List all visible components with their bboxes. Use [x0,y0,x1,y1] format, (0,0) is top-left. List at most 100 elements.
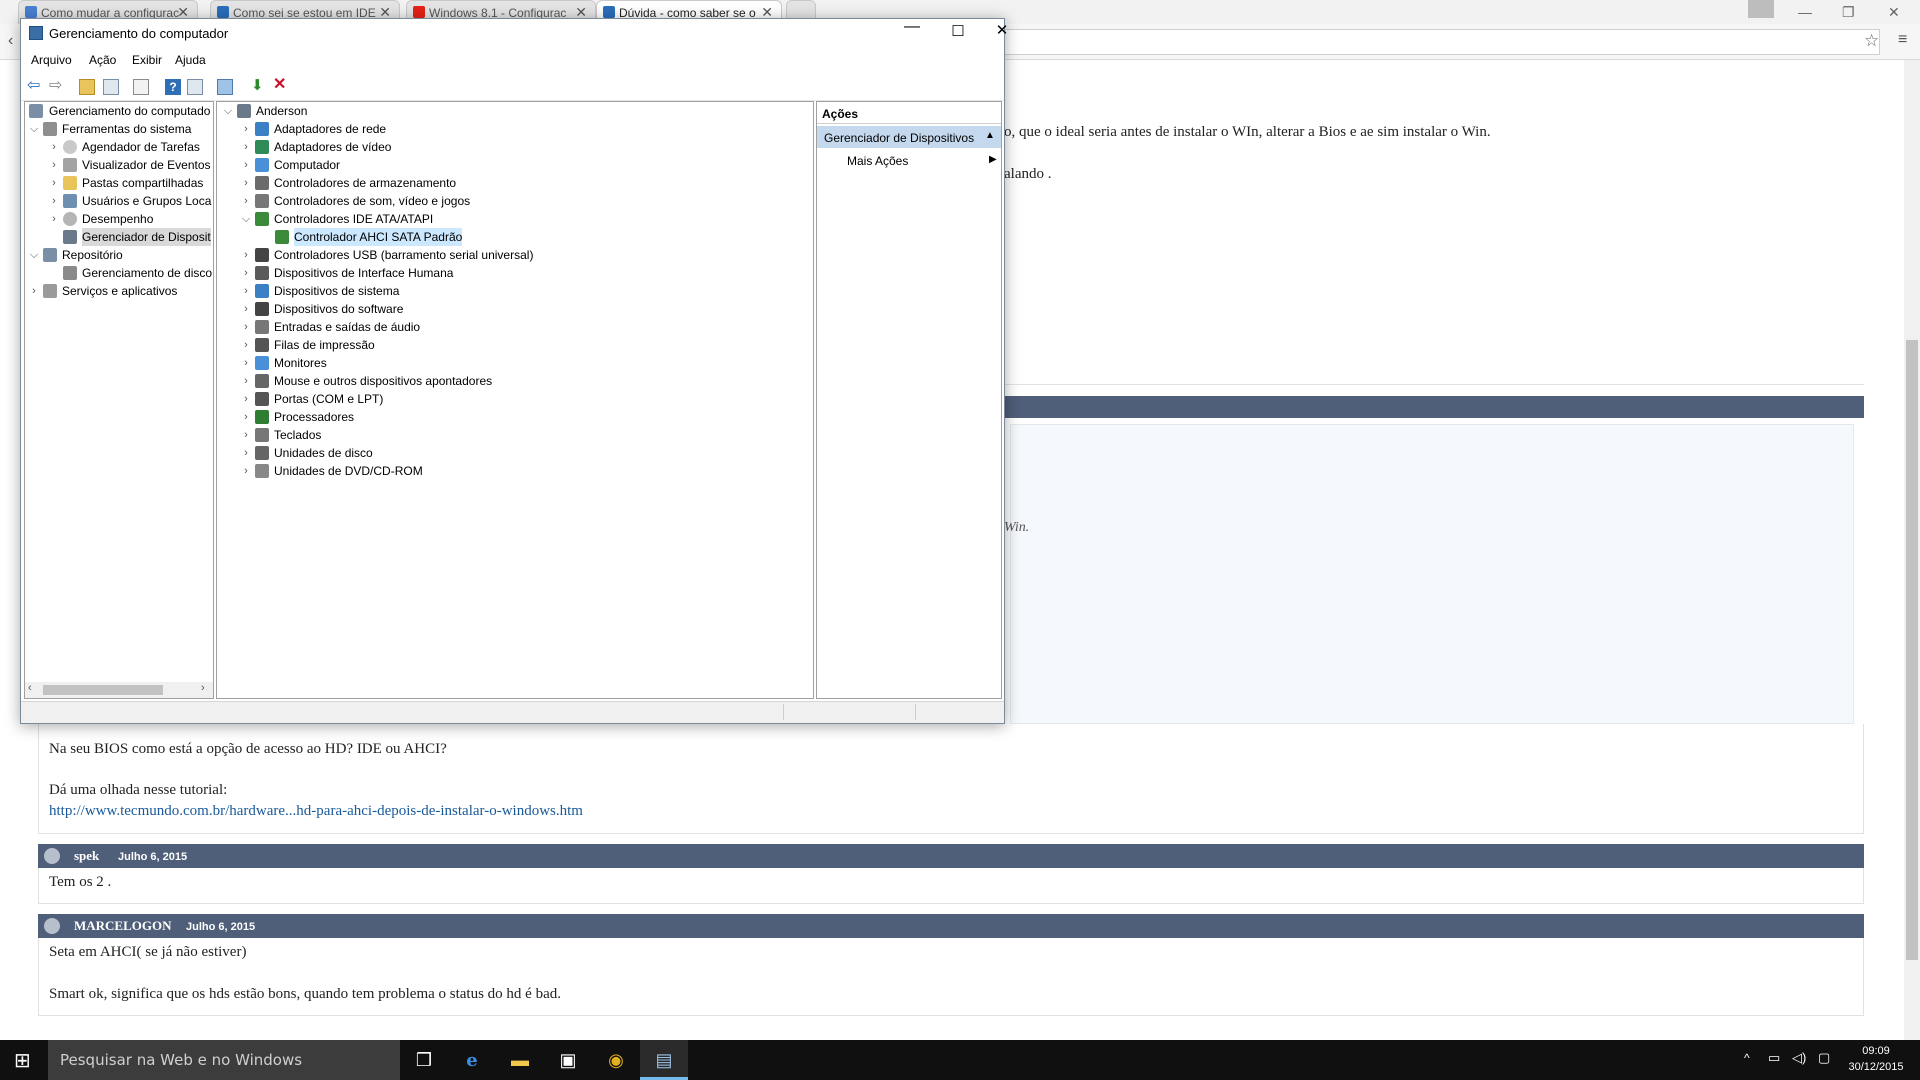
disk-management-icon [63,266,77,280]
title-bar[interactable]: Gerenciamento do computador — ☐ ✕ [21,18,1008,49]
device-label: Unidades de disco [274,446,373,460]
device-label: Adaptadores de rede [274,122,387,136]
menu-icon[interactable]: ≡ [1898,31,1907,49]
store-icon[interactable]: ▣ [544,1040,592,1080]
chevron-right-icon[interactable]: › [241,264,251,282]
windows-start-icon[interactable]: ⊞ [14,1048,31,1073]
update-driver-icon[interactable]: ⬇ [251,76,267,94]
tab-favicon [217,6,229,18]
chevron-up-icon[interactable]: ^ [1744,1051,1750,1065]
actions-section-device-manager[interactable]: Gerenciador de Dispositivos ▲ [817,126,1001,148]
post-header-bar: MARCELOGON Julho 6, 2015 [38,914,1864,938]
scan-hardware-icon[interactable] [217,79,233,95]
notifications-icon[interactable]: ▢ [1818,1050,1830,1066]
up-folder-icon[interactable] [79,79,95,95]
chevron-right-icon[interactable]: › [201,682,205,694]
toolbar: ⇦ ⇨ ? ⬇ ✕ [21,71,1004,101]
omnibox[interactable] [984,29,1880,55]
chevron-right-icon[interactable]: › [49,174,59,192]
star-icon[interactable]: ☆ [1864,31,1879,51]
chevron-down-icon[interactable]: ⌵ [241,210,251,228]
task-view-icon[interactable]: ❒ [400,1040,448,1080]
post-date: Julho 6, 2015 [118,851,188,863]
chevron-right-icon[interactable]: › [241,426,251,444]
profile-icon[interactable] [1748,0,1774,18]
more-actions-item[interactable]: Mais Ações ▶ [817,150,1001,172]
device-label: Dispositivos de Interface Humana [274,266,454,280]
menu-bar: Arquivo Ação Exibir Ajuda [21,49,1004,71]
chevron-down-icon[interactable]: ⌵ [29,246,39,264]
chevron-right-icon[interactable]: › [241,444,251,462]
close-icon[interactable]: ✕ [979,21,1025,45]
menu-acao[interactable]: Ação [89,53,116,67]
back-icon[interactable]: ‹ [8,32,13,50]
horizontal-scrollbar[interactable]: ‹ › [25,682,213,698]
scrollbar-thumb[interactable] [43,685,163,695]
chevron-right-icon[interactable]: › [241,282,251,300]
action-pane-icon[interactable] [187,79,203,95]
device-label: Controladores USB (barramento serial uni… [274,248,534,262]
volume-icon[interactable]: ◁) [1792,1050,1806,1066]
chevron-right-icon[interactable]: › [241,246,251,264]
chrome-icon[interactable]: ◉ [592,1040,640,1080]
edge-icon[interactable]: e [448,1040,496,1080]
close-icon[interactable]: ✕ [1888,4,1900,21]
performance-icon [63,212,77,226]
device-icon [255,266,269,280]
clock[interactable]: 09:09 30/12/2015 [1844,1043,1908,1075]
avatar [44,848,60,864]
chevron-right-icon[interactable]: › [241,156,251,174]
device-label: Unidades de DVD/CD-ROM [274,464,423,478]
menu-ajuda[interactable]: Ajuda [175,53,206,67]
chevron-right-icon[interactable]: › [241,120,251,138]
chevron-right-icon[interactable]: › [241,138,251,156]
chevron-right-icon[interactable]: › [241,390,251,408]
menu-exibir[interactable]: Exibir [132,53,162,67]
chevron-right-icon[interactable]: › [241,174,251,192]
minimize-icon[interactable]: — [889,18,935,42]
minimize-icon[interactable]: — [1798,4,1812,20]
restore-icon[interactable]: ❐ [1842,4,1855,21]
back-arrow-icon[interactable]: ⇦ [27,75,43,94]
chevron-right-icon[interactable]: › [49,156,59,174]
uninstall-icon[interactable]: ✕ [273,74,289,93]
forward-arrow-icon[interactable]: ⇨ [49,75,65,94]
chevron-right-icon[interactable]: › [241,300,251,318]
post-text-fragment: alando . [1004,166,1052,182]
chevron-right-icon[interactable]: › [241,408,251,426]
file-explorer-icon[interactable]: ▬ [496,1040,544,1080]
chevron-right-icon[interactable]: › [49,192,59,210]
show-hide-tree-icon[interactable] [103,79,119,95]
chevron-right-icon[interactable]: › [29,282,39,300]
computer-management-taskbar-icon[interactable]: ▤ [640,1040,688,1080]
chevron-right-icon[interactable]: › [241,318,251,336]
chevron-right-icon[interactable]: › [241,372,251,390]
triangle-up-icon[interactable]: ▲ [985,130,995,141]
post-username[interactable]: MARCELOGON [74,918,172,934]
chevron-right-icon[interactable]: › [241,336,251,354]
menu-arquivo[interactable]: Arquivo [31,53,72,67]
page-scrollbar-thumb[interactable] [1906,340,1918,960]
device-label: Entradas e saídas de áudio [274,320,421,334]
properties-icon[interactable] [133,79,149,95]
device-icon [255,284,269,298]
taskbar-search-box[interactable]: Pesquisar na Web e no Windows [48,1040,400,1080]
device-label: Controladores de armazenamento [274,176,457,190]
chevron-right-icon[interactable]: › [241,354,251,372]
help-icon[interactable]: ? [165,79,181,95]
network-icon[interactable]: ▭ [1768,1050,1780,1066]
chevron-left-icon[interactable]: ‹ [28,682,32,694]
post-username[interactable]: spek [74,848,99,864]
chevron-right-icon[interactable]: › [241,192,251,210]
chevron-right-icon[interactable]: › [49,138,59,156]
tutorial-link[interactable]: http://www.tecmundo.com.br/hardware...hd… [49,803,583,820]
clock-time: 09:09 [1862,1045,1890,1057]
chevron-right-icon[interactable]: › [241,462,251,480]
chevron-right-icon[interactable]: › [49,210,59,228]
chevron-down-icon[interactable]: ⌵ [29,120,39,138]
actions-header: Ações [817,102,1001,124]
chevron-down-icon[interactable]: ⌵ [223,102,233,120]
device-label: Dispositivos do software [274,302,404,316]
maximize-icon[interactable]: ☐ [935,22,981,46]
window-title: Gerenciamento do computador [49,26,229,41]
